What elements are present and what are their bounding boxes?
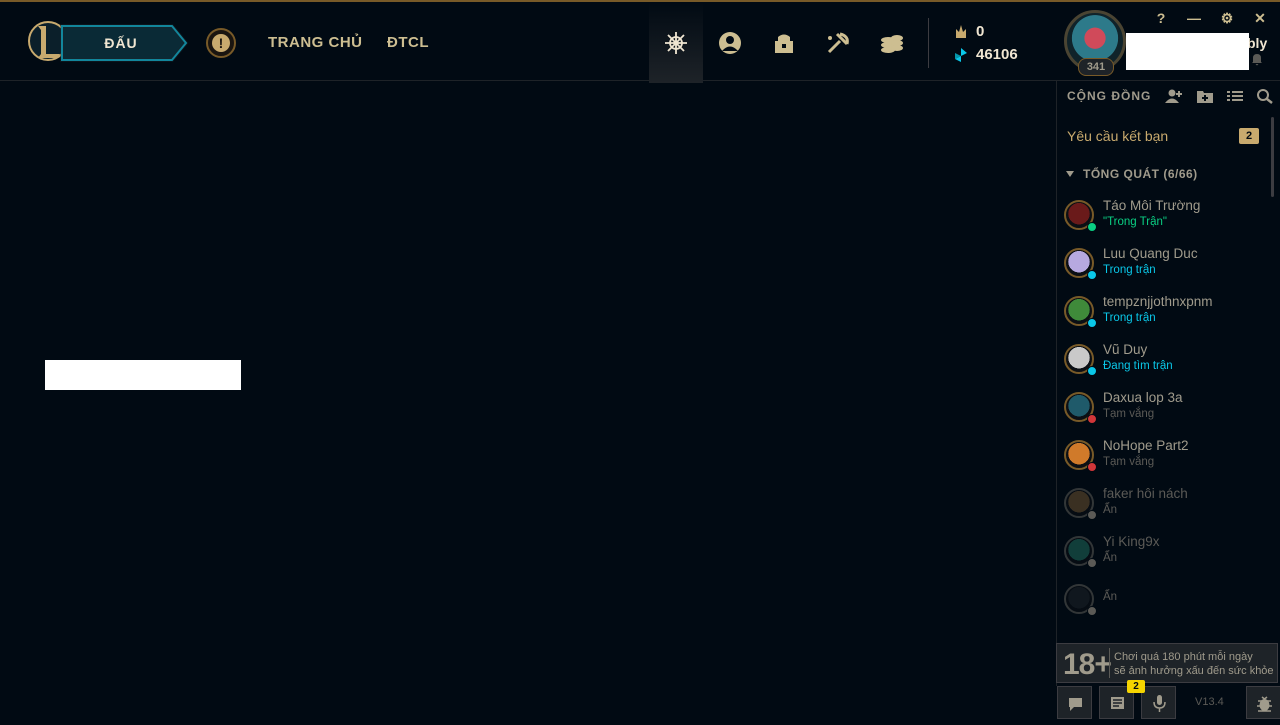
friend-name: Yi King9x [1103, 534, 1160, 549]
missions-count-badge: 2 [1127, 680, 1145, 693]
friend-requests-count: 2 [1239, 128, 1259, 144]
friend-name: tempznjjothnxpnm [1103, 294, 1213, 309]
top-navigation-bar: ĐẤU ! TRANG CHỦ ĐTCL 0 46106 341 bly ? —… [0, 0, 1280, 83]
status-dot [1087, 366, 1097, 376]
play-button[interactable]: ĐẤU [60, 24, 190, 62]
social-scrollbar[interactable] [1271, 117, 1274, 197]
friend-status: Ẩn [1103, 591, 1118, 603]
age-rating-label: 18+ [1063, 648, 1112, 681]
friend-row[interactable]: tempznjjothnxpnm Trong trận [1057, 292, 1271, 340]
age-notice-line-2: sẽ ảnh hưởng xấu đến sức khỏe [1114, 665, 1274, 677]
age-rating-notice: 18+ Chơi quá 180 phút mỗi ngày sẽ ảnh hư… [1056, 643, 1278, 683]
redacted-content [45, 360, 241, 390]
list-view-icon[interactable] [1226, 88, 1244, 104]
blue-essence-icon [955, 48, 967, 62]
friend-row[interactable]: Yi King9x Ẩn [1057, 532, 1271, 580]
rp-value: 0 [976, 23, 985, 40]
friend-group-header[interactable]: TỔNG QUÁT (6/66) [1083, 167, 1198, 181]
chat-bubble-icon [1069, 698, 1082, 711]
social-panel: CỘNG ĐỒNG Yêu cầu kết bạn 2 TỔNG QUÁT (6… [1056, 81, 1280, 720]
friend-status: Đang tìm trận [1103, 360, 1173, 372]
add-folder-icon[interactable] [1196, 88, 1214, 104]
friend-row[interactable]: Luu Quang Duc Trong trận [1057, 244, 1271, 292]
friend-name: Táo Môi Trường [1103, 198, 1201, 213]
friend-name: Vũ Duy [1103, 342, 1148, 357]
friend-status: Tạm vắng [1103, 408, 1155, 420]
settings-gear-icon[interactable]: ⚙ [1219, 10, 1235, 26]
friend-name: faker hôi nách [1103, 486, 1188, 501]
friend-row[interactable]: faker hôi nách Ẩn [1057, 484, 1271, 532]
friend-row[interactable]: Daxua lop 3a Tạm vắng [1057, 388, 1271, 436]
collection-icon[interactable] [771, 30, 797, 56]
report-bug-button[interactable] [1246, 686, 1280, 719]
nav-tft[interactable]: ĐTCL [387, 34, 429, 51]
search-icon[interactable] [1256, 88, 1274, 104]
status-dot [1087, 558, 1097, 568]
client-version: V13.4 [1195, 696, 1224, 708]
friend-name: Luu Quang Duc [1103, 246, 1198, 261]
add-friend-icon[interactable] [1165, 88, 1183, 104]
friend-row[interactable]: Táo Môi Trường "Trong Trận" [1057, 196, 1271, 244]
nav-divider [928, 18, 929, 68]
friend-status: Ẩn [1103, 552, 1118, 564]
friend-status: "Trong Trận" [1103, 216, 1167, 228]
social-title: CỘNG ĐỒNG [1067, 89, 1152, 103]
friend-status: Trong trận [1103, 312, 1156, 324]
status-dot [1087, 318, 1097, 328]
friend-name: NoHope Part2 [1103, 438, 1189, 453]
chat-button[interactable] [1057, 686, 1092, 719]
minimize-button[interactable]: — [1186, 10, 1202, 26]
friend-row[interactable]: NoHope Part2 Tạm vắng [1057, 436, 1271, 484]
age-notice-line-1: Chơi quá 180 phút mỗi ngày [1114, 651, 1253, 663]
status-dot [1087, 462, 1097, 472]
help-button[interactable]: ? [1153, 10, 1169, 26]
friend-requests-link[interactable]: Yêu cầu kết bạn [1067, 128, 1168, 144]
nav-home[interactable]: TRANG CHỦ [268, 34, 363, 51]
friend-status: Ẩn [1103, 504, 1118, 516]
store-icon[interactable] [879, 30, 905, 56]
summoner-name: bly [1247, 35, 1268, 51]
play-button-label: ĐẤU [104, 35, 138, 51]
clash-icon[interactable] [663, 30, 689, 56]
age-notice-divider [1109, 648, 1110, 678]
friend-name: Daxua lop 3a [1103, 390, 1183, 405]
level-badge: 341 [1078, 58, 1114, 76]
status-dot [1087, 510, 1097, 520]
friend-row[interactable]: Vũ Duy Đang tìm trận [1057, 340, 1271, 388]
redacted-name [1126, 33, 1249, 70]
bug-icon [1257, 696, 1272, 712]
status-dot [1087, 606, 1097, 616]
social-bottom-bar [1056, 686, 1280, 720]
chevron-down-icon[interactable] [1066, 171, 1074, 177]
profile-icon[interactable] [717, 30, 743, 56]
status-dot [1087, 414, 1097, 424]
status-dot [1087, 222, 1097, 232]
friend-status: Tạm vắng [1103, 456, 1155, 468]
status-dot [1087, 270, 1097, 280]
bell-icon[interactable] [1250, 52, 1264, 66]
loot-icon[interactable] [825, 30, 851, 56]
close-button[interactable]: ✕ [1252, 10, 1268, 26]
rp-icon [956, 25, 966, 38]
microphone-icon [1153, 695, 1166, 712]
be-value: 46106 [976, 46, 1018, 63]
friend-row[interactable]: Ẩn [1057, 580, 1271, 628]
voice-button[interactable] [1141, 686, 1176, 719]
friend-status: Trong trận [1103, 264, 1156, 276]
exclamation-icon: ! [212, 34, 230, 52]
alert-button[interactable]: ! [206, 28, 236, 58]
